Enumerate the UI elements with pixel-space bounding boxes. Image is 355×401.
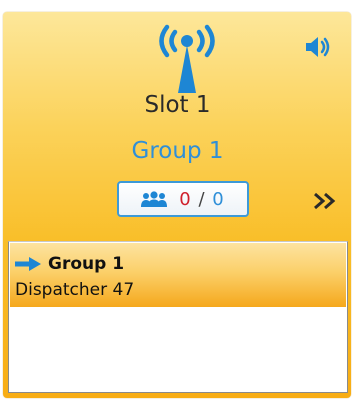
call-caller-name: Dispatcher 47 bbox=[15, 280, 135, 300]
speaker-icon[interactable] bbox=[305, 36, 331, 58]
member-count-text: 0 / 0 bbox=[179, 189, 224, 210]
double-chevron-right-icon[interactable] bbox=[312, 190, 338, 212]
slot-label: Slot 1 bbox=[144, 92, 211, 118]
total-count: 0 bbox=[212, 188, 225, 210]
group-label[interactable]: Group 1 bbox=[0, 138, 355, 164]
active-count: 0 bbox=[179, 188, 192, 210]
active-call-row[interactable]: Group 1 Dispatcher 47 bbox=[10, 243, 346, 307]
arrow-right-icon bbox=[15, 257, 41, 271]
count-separator: / bbox=[198, 188, 206, 210]
member-count-button[interactable]: 0 / 0 bbox=[117, 181, 249, 217]
call-group-name: Group 1 bbox=[48, 254, 125, 274]
call-group-line: Group 1 bbox=[14, 253, 124, 275]
call-list-panel: Group 1 Dispatcher 47 bbox=[8, 241, 348, 393]
people-icon bbox=[141, 191, 168, 207]
radio-tower-icon bbox=[159, 24, 215, 93]
